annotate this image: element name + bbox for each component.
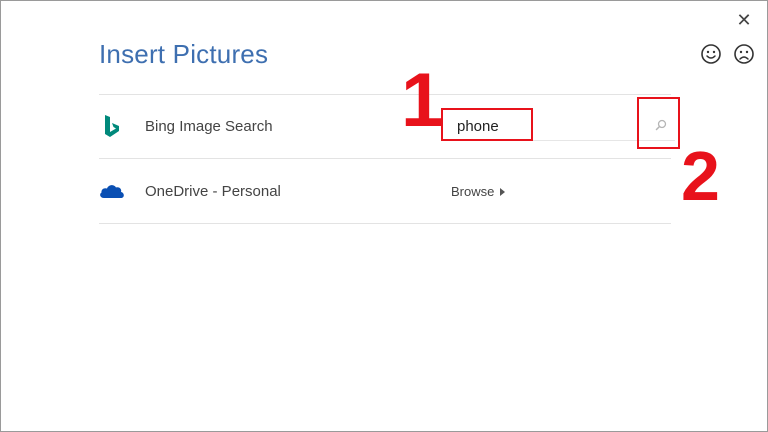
close-icon[interactable]: ✕ (733, 9, 755, 31)
browse-label: Browse (451, 184, 495, 199)
dialog-title: Insert Pictures (99, 39, 269, 69)
divider (99, 94, 671, 95)
annotation-box-1 (441, 108, 533, 141)
frown-face-icon[interactable] (733, 43, 755, 65)
annotation-number-1: 1 (401, 58, 444, 143)
chevron-right-icon (500, 188, 506, 196)
smiley-face-icon[interactable] (700, 43, 722, 65)
bing-logo-icon (105, 115, 119, 137)
bing-image-search-label: Bing Image Search (145, 118, 273, 135)
annotation-box-2 (637, 97, 680, 149)
browse-button[interactable]: Browse (451, 184, 506, 199)
insert-pictures-dialog: ✕ Insert Pictures Bing Image Search OneD… (0, 0, 768, 432)
divider (99, 158, 671, 159)
onedrive-cloud-icon (100, 185, 124, 198)
divider (99, 223, 671, 224)
annotation-number-2: 2 (681, 137, 720, 215)
onedrive-personal-label: OneDrive - Personal (145, 183, 281, 200)
